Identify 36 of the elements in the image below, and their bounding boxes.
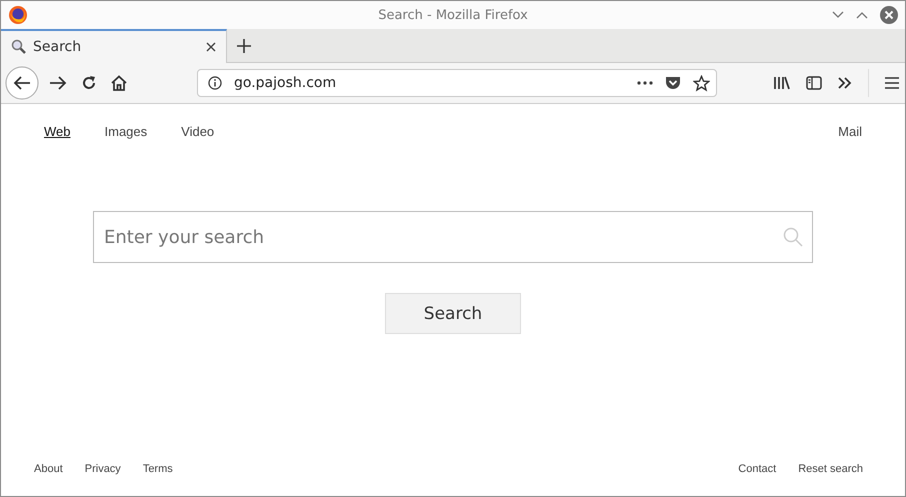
- tab-title: Search: [33, 39, 82, 55]
- home-icon[interactable]: [111, 75, 127, 91]
- forward-icon[interactable]: [49, 76, 67, 90]
- footer-link[interactable]: About: [34, 463, 63, 475]
- search-button[interactable]: Search: [385, 293, 521, 334]
- search-icon: [11, 39, 27, 55]
- menu-icon[interactable]: [885, 77, 899, 89]
- nav-link[interactable]: Mail: [838, 124, 862, 139]
- pocket-icon[interactable]: [665, 76, 681, 90]
- nav-link[interactable]: Video: [181, 124, 214, 139]
- browser-tab[interactable]: Search: [1, 29, 227, 63]
- search-field[interactable]: Enter your search: [93, 211, 813, 263]
- footer-link[interactable]: Privacy: [84, 463, 121, 475]
- nav-link[interactable]: Images: [104, 124, 148, 139]
- address-bar[interactable]: go.pajosh.com: [197, 69, 717, 97]
- more-icon[interactable]: [637, 81, 653, 85]
- library-icon[interactable]: [773, 76, 790, 90]
- search-icon: [783, 227, 803, 247]
- maximize-icon[interactable]: [856, 11, 868, 19]
- url-text: go.pajosh.com: [234, 75, 338, 91]
- new-tab-icon[interactable]: [237, 38, 251, 52]
- overflow-icon[interactable]: [838, 77, 852, 89]
- minimize-icon[interactable]: [832, 11, 844, 19]
- back-icon[interactable]: [5, 66, 39, 100]
- footer-link[interactable]: Terms: [142, 463, 173, 475]
- browser-logo-icon: [8, 5, 28, 25]
- star-icon[interactable]: [693, 74, 710, 92]
- reload-icon[interactable]: [81, 75, 97, 91]
- info-icon: [208, 76, 222, 90]
- footer-link[interactable]: Reset search: [798, 463, 863, 475]
- nav-link[interactable]: Web: [44, 124, 70, 139]
- sidebar-icon[interactable]: [806, 76, 822, 90]
- footer-link[interactable]: Contact: [738, 463, 776, 475]
- close-icon[interactable]: [206, 42, 216, 52]
- close-icon[interactable]: [880, 6, 898, 24]
- window-title: Search - Mozilla Firefox: [378, 8, 528, 22]
